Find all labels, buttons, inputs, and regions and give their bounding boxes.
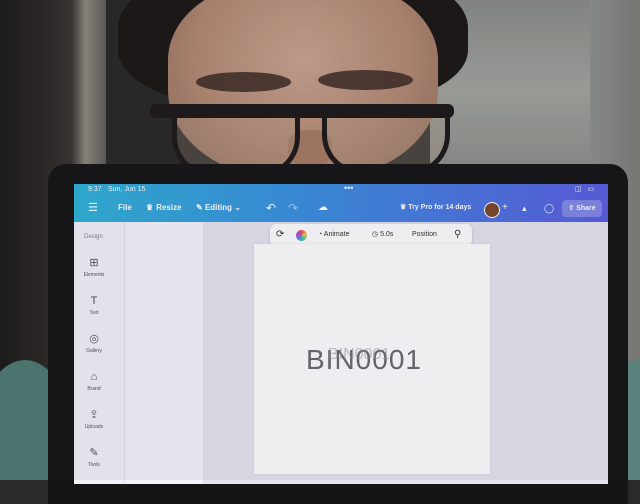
share-label: Share (576, 205, 596, 212)
crown-icon: ♛ (146, 203, 154, 212)
undo-icon[interactable]: ↶ (266, 198, 276, 218)
animate-label: Animate (323, 231, 350, 238)
plus-icon[interactable]: + (502, 198, 508, 218)
side-drawer-panel (125, 222, 204, 484)
tools-icon: ✎ (89, 447, 99, 459)
glasses-frame (150, 104, 454, 118)
share-icon: ⇧ (568, 205, 577, 212)
chevron-down-icon: ⌄ (232, 203, 241, 212)
resize-button[interactable]: ♛ Resize (146, 198, 182, 218)
more-dots-icon[interactable]: ••• (344, 184, 353, 194)
sidebar-item-tools[interactable]: ✎ Tools (74, 446, 114, 468)
editor-top-bar: 9:37 Sun, Jun 15 ••• ◫ ▭ ☰ File ♛ Resize … (74, 184, 608, 222)
text-icon: T (90, 295, 98, 307)
sidebar: Design ⊞ Elements T Text ◎ Gallery ⌂ Bra… (74, 222, 125, 484)
sidebar-item-label: Elements (83, 272, 105, 278)
brand-icon: ⌂ (90, 371, 98, 383)
canvas-text-ghost: BIN0001 (328, 346, 391, 363)
sidebar-item-brand[interactable]: ⌂ Brand (74, 370, 114, 392)
redo-icon[interactable]: ↷ (288, 198, 298, 218)
eyebrow-left (196, 72, 291, 92)
clock-icon: ◷ (372, 231, 381, 238)
elements-icon: ⊞ (89, 257, 99, 269)
gallery-icon: ◎ (89, 333, 99, 345)
upload-icon: ⇪ (89, 409, 99, 421)
comment-icon[interactable]: ◯ (544, 198, 554, 218)
sidebar-title: Design (84, 234, 103, 240)
menu-icon[interactable]: ☰ (88, 198, 98, 218)
duration-label: 5.0s (380, 231, 394, 238)
design-page[interactable]: BIN0001 BIN0001 (254, 244, 490, 474)
animate-button[interactable]: ◔ Animate (318, 224, 349, 246)
file-menu-button[interactable]: File (118, 198, 132, 218)
paint-roller-icon[interactable]: ⚲ (454, 224, 461, 246)
sidebar-item-label: Text (89, 310, 99, 316)
color-picker-icon[interactable] (296, 230, 307, 241)
insights-icon[interactable]: ▴ (522, 198, 527, 218)
sidebar-item-uploads[interactable]: ⇪ Uploads (74, 408, 114, 430)
refresh-icon[interactable]: ⟳ (276, 224, 284, 246)
duration-button[interactable]: ◷ 5.0s (372, 224, 393, 246)
eyebrow-right (318, 70, 413, 90)
sidebar-item-text[interactable]: T Text (74, 294, 114, 316)
sidebar-item-elements[interactable]: ⊞ Elements (74, 256, 114, 278)
try-pro-button[interactable]: ♛ Try Pro for 14 days (400, 198, 471, 218)
status-bar: 9:37 Sun, Jun 15 ••• ◫ ▭ (74, 184, 608, 196)
sidebar-item-gallery[interactable]: ◎ Gallery (74, 332, 114, 354)
status-icons: ◫ ▭ (574, 186, 596, 193)
sidebar-item-label: Brand (87, 386, 101, 392)
crown-icon: ♛ (400, 204, 409, 211)
status-date: Sun, Jun 15 (108, 186, 146, 193)
avatar[interactable] (484, 202, 500, 218)
try-pro-label: Try Pro for 14 days (408, 204, 472, 211)
pencil-icon: ✎ (196, 203, 205, 212)
editing-label: Editing (204, 203, 233, 212)
editing-mode-button[interactable]: ✎ Editing ⌄ (196, 198, 241, 218)
position-button[interactable]: Position (412, 224, 437, 246)
status-time: 9:37 (88, 186, 102, 193)
door-frame (72, 0, 106, 190)
resize-label: Resize (156, 203, 182, 212)
sidebar-item-label: Uploads (84, 424, 104, 430)
sidebar-item-label: Tools (88, 462, 100, 468)
context-toolbar: ⟳ ◔ Animate ◷ 5.0s Position ⚲ (270, 224, 472, 246)
sidebar-item-label: Gallery (86, 348, 102, 354)
share-button[interactable]: ⇧ Share (562, 200, 602, 217)
cloud-save-icon[interactable]: ☁ (318, 198, 328, 218)
laptop-screen: 9:37 Sun, Jun 15 ••• ◫ ▭ ☰ File ♛ Resize … (74, 184, 608, 484)
